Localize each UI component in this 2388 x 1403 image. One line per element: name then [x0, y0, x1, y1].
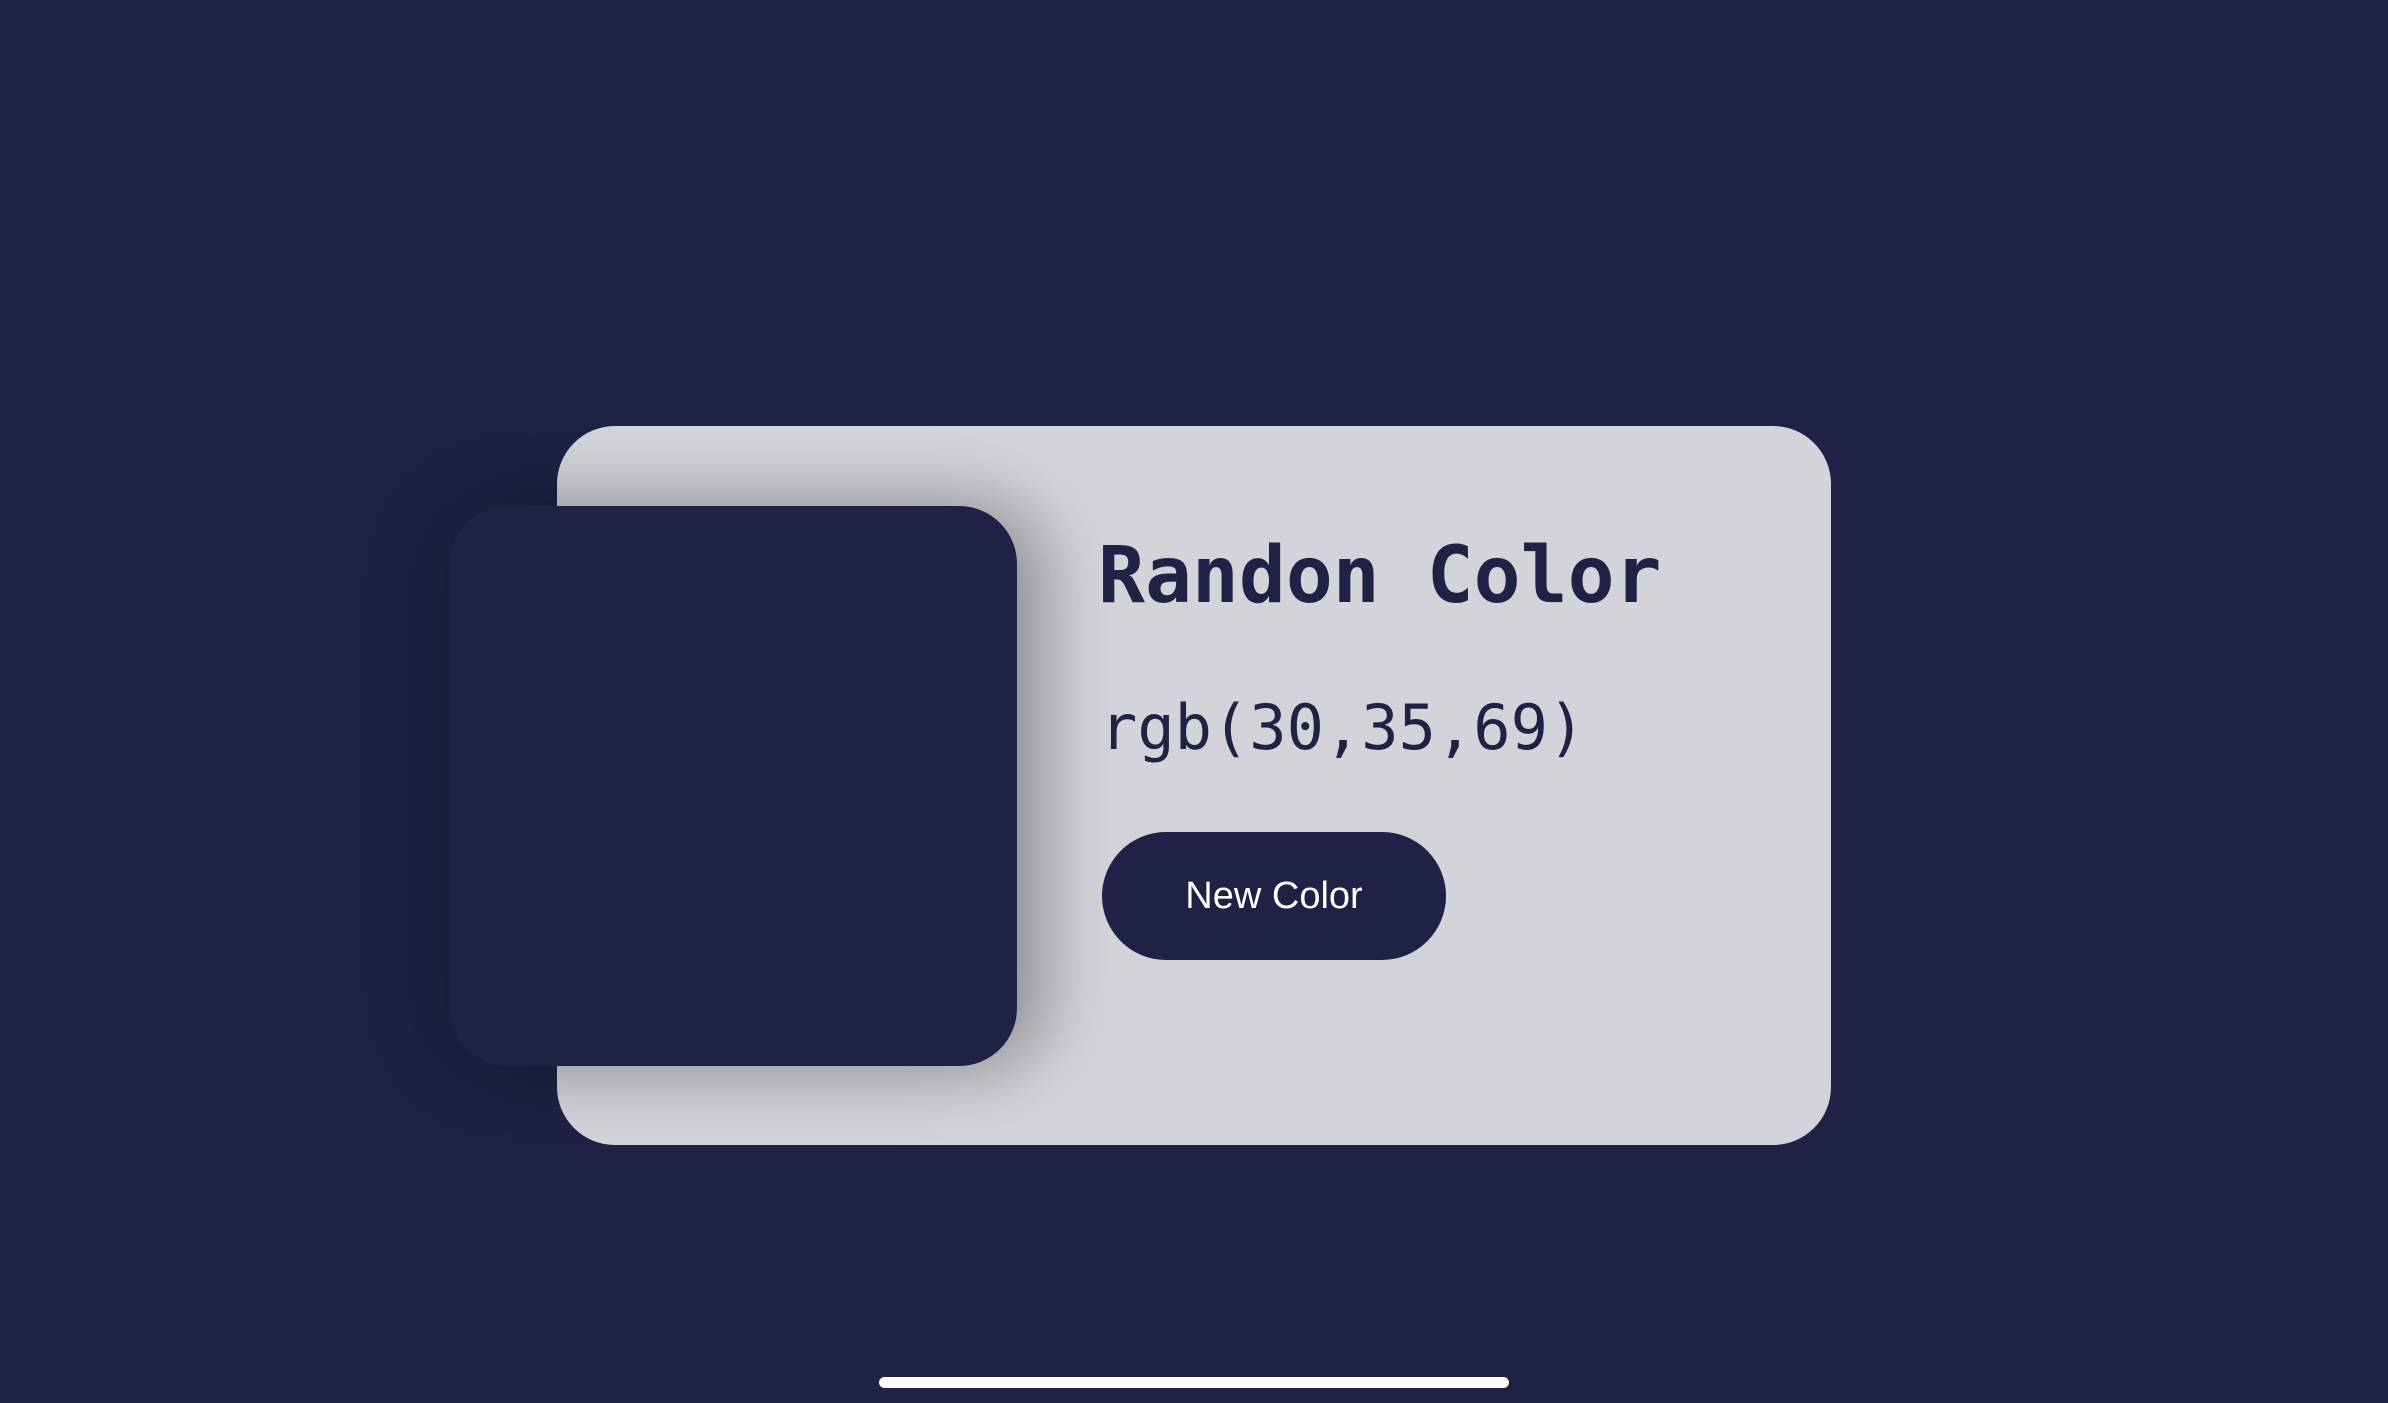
app-screen: Randon Color rgb(30,35,69) New Color [0, 0, 2388, 1403]
rgb-value-text: rgb(30,35,69) [1100, 691, 1586, 764]
home-indicator[interactable] [879, 1377, 1509, 1388]
color-swatch [450, 506, 1017, 1066]
app-title: Randon Color [1098, 531, 1662, 621]
new-color-button[interactable]: New Color [1102, 832, 1446, 960]
